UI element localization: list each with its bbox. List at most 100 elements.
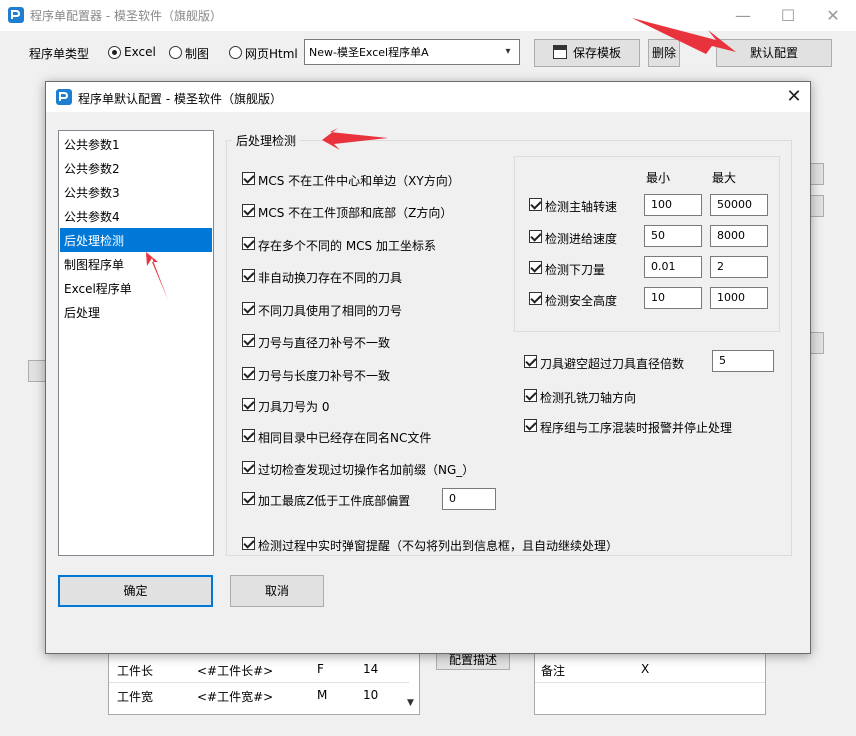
check-label: 相同目录中已经存在同名NC文件: [258, 431, 432, 445]
check-label: 检测进给速度: [545, 232, 618, 246]
check-feed-rate[interactable]: [529, 230, 542, 243]
check-safe-height[interactable]: [529, 292, 542, 305]
check-label: 检测过程中实时弹窗提醒（不勾将列出到信息框，且自动继续处理）: [258, 539, 619, 553]
check-length-offset[interactable]: [242, 367, 255, 380]
radio-excel[interactable]: [108, 46, 121, 59]
check-bottom-z[interactable]: [242, 492, 255, 505]
min-header: 最小: [646, 171, 671, 185]
check-tool-zero[interactable]: [242, 398, 255, 411]
check-gouge-prefix[interactable]: [242, 461, 255, 474]
check-label: 刀号与直径刀补号不一致: [258, 336, 391, 350]
feed-max-input[interactable]: 8000: [710, 225, 768, 247]
table-row-code: F: [317, 662, 324, 676]
radio-drawing-label: 制图: [185, 47, 210, 61]
radio-html[interactable]: [229, 46, 242, 59]
template-select[interactable]: New-模圣Excel程序单A ▾: [304, 39, 520, 65]
default-config-button[interactable]: 默认配置: [716, 39, 832, 67]
main-window-title: 程序单配置器 - 模圣软件（旗舰版）: [30, 9, 222, 23]
nav-item-selected[interactable]: 后处理检测: [60, 228, 212, 252]
check-mcs-z[interactable]: [242, 204, 255, 217]
ok-button[interactable]: 确定: [58, 575, 213, 607]
table-row-code: M: [317, 688, 328, 702]
radio-drawing[interactable]: [169, 46, 182, 59]
check-label: MCS 不在工件中心和单边（XY方向）: [258, 174, 460, 188]
nav-item[interactable]: 公共参数1: [60, 132, 212, 156]
stepdown-max-input[interactable]: 2: [710, 256, 768, 278]
check-multi-mcs[interactable]: [242, 237, 255, 250]
check-non-auto-tool[interactable]: [242, 269, 255, 282]
remark-label: 备注: [541, 664, 566, 678]
dialog-close-button[interactable]: ✕: [782, 85, 806, 109]
dialog-title: 程序单默认配置 - 模圣软件（旗舰版）: [78, 92, 282, 106]
remark-value: X: [641, 662, 650, 676]
spindle-min-input[interactable]: 100: [644, 194, 702, 216]
clearance-multiple-input[interactable]: 5: [712, 350, 774, 372]
nav-item[interactable]: 后处理: [60, 300, 212, 324]
table-row-num: 10: [363, 688, 379, 702]
check-label: 检测孔铣刀轴方向: [540, 391, 637, 405]
save-template-label: 保存模板: [572, 46, 621, 60]
nav-item[interactable]: 公共参数4: [60, 204, 212, 228]
nav-item[interactable]: Excel程序单: [60, 276, 212, 300]
check-label: 非自动换刀存在不同的刀具: [258, 271, 403, 285]
cancel-button[interactable]: 取消: [230, 575, 324, 607]
check-spindle-speed[interactable]: [529, 198, 542, 211]
bottom-z-input[interactable]: 0: [442, 488, 496, 510]
main-close-button[interactable]: ✕: [810, 0, 856, 31]
table-row-tag: <#工件长#>: [197, 664, 274, 678]
check-label: MCS 不在工件顶部和底部（Z方向）: [258, 206, 453, 220]
check-label: 不同刀具使用了相同的刀号: [258, 304, 403, 318]
delete-button[interactable]: 删除: [648, 39, 680, 67]
field-table: 工件长 <#工件长#> F 14 工件宽 <#工件宽#> M 10 ▼: [108, 645, 420, 715]
chevron-down-icon: ▾: [505, 46, 511, 57]
type-label: 程序单类型: [29, 47, 90, 61]
check-label: 刀号与长度刀补号不一致: [258, 369, 391, 383]
hidden-button: [28, 360, 46, 382]
check-nc-exists[interactable]: [242, 429, 255, 442]
save-template-button[interactable]: 保存模板: [534, 39, 640, 67]
check-step-down[interactable]: [529, 261, 542, 274]
check-label: 检测安全高度: [545, 294, 618, 308]
check-label: 刀具避空超过刀具直径倍数: [540, 357, 685, 371]
check-same-tool-number[interactable]: [242, 302, 255, 315]
check-mcs-xy[interactable]: [242, 172, 255, 185]
feed-min-input[interactable]: 50: [644, 225, 702, 247]
save-icon: [552, 45, 567, 59]
table-row-name: 工件宽: [117, 690, 154, 704]
nav-item[interactable]: 制图程序单: [60, 252, 212, 276]
safe-min-input[interactable]: 10: [644, 287, 702, 309]
app-logo-icon: [8, 7, 24, 23]
stepdown-min-input[interactable]: 0.01: [644, 256, 702, 278]
check-diameter-offset[interactable]: [242, 334, 255, 347]
minimize-button[interactable]: —: [720, 0, 766, 31]
check-label: 程序组与工序混装时报警并停止处理: [540, 421, 733, 435]
nav-item[interactable]: 公共参数3: [60, 180, 212, 204]
check-label: 存在多个不同的 MCS 加工坐标系: [258, 239, 436, 253]
group-title: 后处理检测: [232, 132, 301, 149]
max-header: 最大: [712, 171, 737, 185]
check-label: 过切检查发现过切操作名加前缀（NG_）: [258, 463, 475, 477]
check-label: 加工最底Z低于工件底部偏置: [258, 494, 411, 508]
spindle-max-input[interactable]: 50000: [710, 194, 768, 216]
default-config-dialog: 程序单默认配置 - 模圣软件（旗舰版） ✕ 公共参数1 公共参数2 公共参数3 …: [45, 81, 811, 654]
check-label: 检测下刀量: [545, 263, 606, 277]
scroll-down-icon[interactable]: ▼: [407, 698, 414, 708]
table-row-name: 工件长: [117, 664, 154, 678]
nav-listbox: 公共参数1 公共参数2 公共参数3 公共参数4 后处理检测 制图程序单 Exce…: [58, 130, 214, 556]
check-label: 刀具刀号为 0: [258, 400, 330, 414]
check-mixed-group[interactable]: [524, 419, 537, 432]
table-row-num: 14: [363, 662, 379, 676]
template-select-value: New-模圣Excel程序单A: [309, 46, 429, 59]
check-hole-axis[interactable]: [524, 389, 537, 402]
check-label: 检测主轴转速: [545, 200, 618, 214]
safe-max-input[interactable]: 1000: [710, 287, 768, 309]
app-logo-icon: [56, 89, 72, 105]
radio-html-label: 网页Html: [245, 47, 298, 61]
check-clearance-multiple[interactable]: [524, 355, 537, 368]
remark-table: 备注 X: [534, 645, 766, 715]
maximize-button[interactable]: ☐: [765, 0, 811, 31]
check-realtime-popup[interactable]: [242, 537, 255, 550]
radio-excel-label: Excel: [124, 45, 156, 59]
nav-item[interactable]: 公共参数2: [60, 156, 212, 180]
table-row-tag: <#工件宽#>: [197, 690, 274, 704]
